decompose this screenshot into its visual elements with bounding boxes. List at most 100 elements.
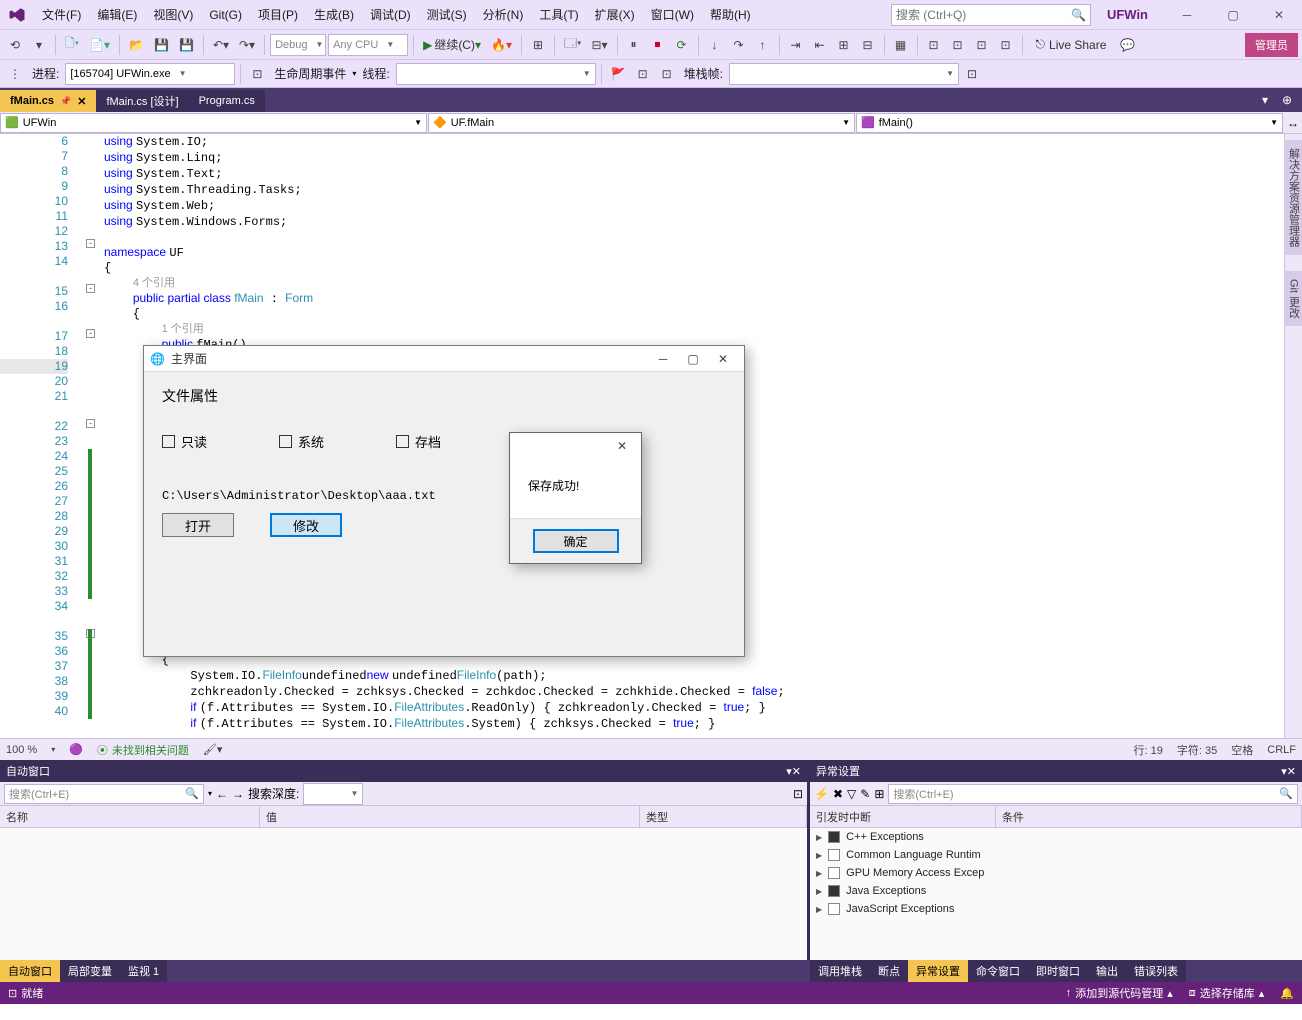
tab-fmain-cs[interactable]: fMain.cs📌✕	[0, 90, 96, 112]
dialog-close-button[interactable]: ✕	[708, 348, 738, 370]
live-share-button[interactable]: ⎋ Live Share	[1028, 37, 1115, 52]
save-all-icon[interactable]: 💾	[175, 34, 198, 56]
status-notifications-icon[interactable]: 🔔	[1280, 987, 1294, 1000]
depth-combo[interactable]: ▼	[303, 783, 363, 805]
menu-debug[interactable]: 调试(D)	[362, 0, 419, 30]
menu-test[interactable]: 测试(S)	[419, 0, 475, 30]
menu-file[interactable]: 文件(F)	[34, 0, 89, 30]
redo-icon[interactable]: ↷▾	[235, 34, 259, 56]
back-icon[interactable]: ⟲	[4, 34, 26, 56]
quick-search-input[interactable]	[896, 8, 1071, 22]
nav-project[interactable]: 🟩UFWin▼	[0, 113, 427, 133]
tab-6[interactable]: 错误列表	[1126, 960, 1186, 982]
tabs-dropdown-icon[interactable]: ▾	[1254, 89, 1276, 111]
tb-icon-2[interactable]: 🗔▾	[560, 34, 585, 56]
panel-close-icon[interactable]: ✕	[792, 765, 801, 778]
menu-help[interactable]: 帮助(H)	[702, 0, 759, 30]
stackframe-combo[interactable]: ▼	[729, 63, 959, 85]
checkbox-system[interactable]: 系统	[279, 432, 324, 451]
tb-icon-11[interactable]: ⊡	[971, 34, 993, 56]
status-add-source-control[interactable]: ↑ 添加到源代码管理 ▴	[1066, 985, 1173, 1001]
tb-icon-4[interactable]: ⇥	[785, 34, 807, 56]
close-tab-icon[interactable]: ✕	[77, 95, 86, 108]
exc-tool-3[interactable]: ✎	[860, 787, 870, 801]
tab-2[interactable]: 异常设置	[908, 960, 968, 982]
add-item-icon[interactable]: 📄▾	[85, 34, 114, 56]
step-out-icon[interactable]: ↑	[752, 34, 774, 56]
modify-button[interactable]: 修改	[270, 513, 342, 537]
tb-icon-10[interactable]: ⊡	[947, 34, 969, 56]
nav-right-icon[interactable]: →	[232, 787, 244, 801]
col-condition[interactable]: 条件	[996, 806, 1302, 827]
filter-icon[interactable]: ▽	[847, 787, 856, 801]
step-over-icon[interactable]: ↷	[728, 34, 750, 56]
menu-tools[interactable]: 工具(T)	[531, 0, 586, 30]
autos-body[interactable]	[0, 828, 807, 960]
menu-view[interactable]: 视图(V)	[145, 0, 201, 30]
tab-4[interactable]: 即时窗口	[1028, 960, 1088, 982]
menu-edit[interactable]: 编辑(E)	[89, 0, 145, 30]
menu-git[interactable]: Git(G)	[201, 0, 250, 30]
pin-icon[interactable]: 📌	[60, 96, 71, 107]
thread-combo[interactable]: ▼	[396, 63, 596, 85]
vtab-solution-explorer[interactable]: 解决方案资源管理器	[1284, 140, 1302, 255]
eol-mode[interactable]: CRLF	[1267, 744, 1296, 756]
tb-icon-5[interactable]: ⇤	[809, 34, 831, 56]
tb-icon-12[interactable]: ⊡	[995, 34, 1017, 56]
tab-watch[interactable]: 监视 1	[120, 960, 167, 982]
process-combo[interactable]: [165704] UFWin.exe▼	[65, 63, 235, 85]
tb2-icon-4[interactable]: ⊡	[961, 63, 983, 85]
tab-autos[interactable]: 自动窗口	[0, 960, 60, 982]
tab-1[interactable]: 断点	[870, 960, 908, 982]
fold-icon[interactable]: -	[86, 239, 95, 248]
nav-split-icon[interactable]: ↔	[1284, 116, 1302, 130]
tab-program-cs[interactable]: Program.cs	[189, 90, 265, 112]
status-select-repo[interactable]: ⧈ 选择存储库 ▴	[1189, 985, 1265, 1001]
checkbox-archive[interactable]: 存档	[396, 432, 441, 451]
platform-combo[interactable]: Any CPU▼	[328, 34, 408, 56]
step-into-icon[interactable]: ↓	[704, 34, 726, 56]
lifecycle-icon[interactable]: ⊡	[246, 63, 268, 85]
tb-icon-6[interactable]: ⊞	[833, 34, 855, 56]
close-button[interactable]: ✕	[1256, 0, 1302, 30]
dialog-minimize-button[interactable]: ─	[648, 348, 678, 370]
stop-icon[interactable]: ⏹	[647, 34, 669, 56]
menu-build[interactable]: 生成(B)	[306, 0, 362, 30]
tabs-expand-icon[interactable]: ⊕	[1276, 89, 1298, 111]
brush-icon[interactable]: 🖌▾	[203, 743, 223, 756]
feedback-icon[interactable]: 💬	[1116, 34, 1139, 56]
tab-fmain-design[interactable]: fMain.cs [设计]	[96, 90, 188, 112]
tb-icon-7[interactable]: ⊟	[857, 34, 879, 56]
tb2-icon-2[interactable]: ⊡	[632, 63, 654, 85]
nav-left-icon[interactable]: ←	[216, 787, 228, 801]
forward-icon[interactable]: ▾	[28, 34, 50, 56]
tab-3[interactable]: 命令窗口	[968, 960, 1028, 982]
msgbox-ok-button[interactable]: 确定	[533, 529, 619, 553]
issue-indicator-icon[interactable]: 🟣	[69, 743, 83, 756]
save-icon[interactable]: 💾	[150, 34, 173, 56]
menu-analyze[interactable]: 分析(N)	[475, 0, 532, 30]
col-break[interactable]: 引发时中断	[810, 806, 996, 827]
exc-tool-4[interactable]: ⊞	[874, 787, 884, 801]
exception-search[interactable]: 搜索(Ctrl+E)🔍	[888, 784, 1298, 804]
tab-5[interactable]: 输出	[1088, 960, 1126, 982]
fold-icon[interactable]: -	[86, 284, 95, 293]
dropdown-icon[interactable]: ⋮	[4, 63, 26, 85]
tb-icon-1[interactable]: ⊞	[527, 34, 549, 56]
exc-tool-1[interactable]: ⚡	[814, 787, 829, 801]
exception-body[interactable]: ▶C++ Exceptions▶Common Language Runtim▶G…	[810, 828, 1302, 960]
panel-opt-icon[interactable]: ⊡	[793, 787, 803, 801]
undo-icon[interactable]: ↶▾	[209, 34, 233, 56]
tab-0[interactable]: 调用堆栈	[810, 960, 870, 982]
menu-project[interactable]: 项目(P)	[250, 0, 306, 30]
fold-icon[interactable]: -	[86, 329, 95, 338]
exception-row[interactable]: ▶C++ Exceptions	[810, 828, 1302, 846]
zoom-level[interactable]: 100 %	[6, 744, 37, 756]
vtab-git-changes[interactable]: Git 更改	[1284, 271, 1302, 326]
dialog-maximize-button[interactable]: ▢	[678, 348, 708, 370]
exception-row[interactable]: ▶GPU Memory Access Excep	[810, 864, 1302, 882]
minimize-button[interactable]: ─	[1164, 0, 1210, 30]
tb-icon-3[interactable]: ⊟▾	[587, 34, 611, 56]
msgbox-close-button[interactable]: ✕	[607, 435, 637, 457]
exception-row[interactable]: ▶Common Language Runtim	[810, 846, 1302, 864]
